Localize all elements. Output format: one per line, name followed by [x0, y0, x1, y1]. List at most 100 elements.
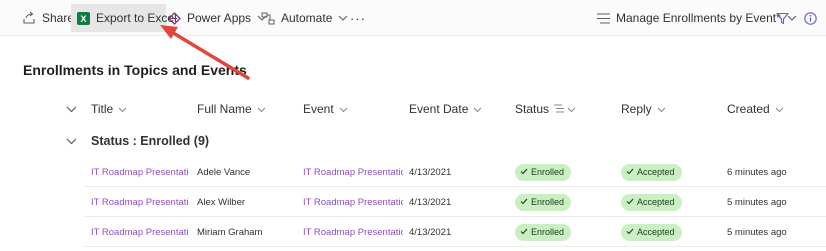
info-button[interactable]: [804, 4, 817, 32]
power-apps-label: Power Apps: [187, 11, 252, 25]
column-header-label: Event Date: [409, 102, 469, 116]
chevron-down-icon: [118, 102, 127, 116]
column-header-status[interactable]: Status: [515, 100, 576, 118]
status-badge: Enrolled: [515, 223, 572, 241]
cell-created-text: 5 minutes ago: [727, 226, 787, 238]
group-header-label: Status : Enrolled (9): [91, 134, 210, 148]
cell-full-name: Alex Wilber: [197, 187, 297, 217]
table-row[interactable]: IT Roadmap Presentation Miriam Graham IT R…: [84, 217, 826, 247]
filter-button[interactable]: [776, 4, 789, 32]
checkmark-icon: [626, 227, 634, 237]
export-to-excel-button[interactable]: X Export to Excel: [71, 4, 177, 32]
svg-text:X: X: [80, 14, 86, 24]
more-options-label: ···: [350, 10, 366, 26]
view-switcher[interactable]: Manage Enrollments by Event*: [597, 4, 797, 32]
automate-label: Automate: [281, 11, 333, 25]
checkmark-icon: [520, 227, 528, 237]
collapse-all-button[interactable]: [66, 100, 77, 118]
cell-reply: Accepted: [621, 217, 721, 247]
cell-title[interactable]: IT Roadmap Presentation: [91, 217, 189, 247]
status-badge: Enrolled: [515, 193, 572, 211]
automate-button[interactable]: Automate: [261, 4, 348, 32]
checkmark-icon: [626, 197, 634, 207]
chevron-down-icon: [473, 102, 482, 116]
cell-event-date-text: 4/13/2021: [409, 196, 452, 208]
column-header-created[interactable]: Created: [727, 100, 784, 118]
cell-created: 5 minutes ago: [727, 187, 825, 217]
cell-event-text[interactable]: IT Roadmap Presentation: [303, 227, 403, 238]
filter-icon: [776, 12, 789, 25]
more-options-button[interactable]: ···: [350, 4, 366, 32]
excel-icon: X: [77, 11, 90, 25]
cell-title[interactable]: IT Roadmap Presentation: [91, 157, 189, 187]
cell-event-text[interactable]: IT Roadmap Presentation: [303, 197, 403, 208]
checkmark-icon: [520, 197, 528, 207]
view-label: Manage Enrollments by Event*: [616, 11, 781, 25]
command-bar: Share X Export to Excel Power Apps Autom…: [0, 0, 826, 36]
cell-full-name-text: Adele Vance: [197, 166, 251, 178]
cell-full-name: Miriam Graham: [197, 217, 297, 247]
share-button[interactable]: Share: [22, 4, 74, 32]
column-header-event[interactable]: Event: [303, 100, 348, 118]
chevron-down-icon: [339, 102, 348, 116]
cell-title[interactable]: IT Roadmap Presentation: [91, 187, 189, 217]
cell-event-date-text: 4/13/2021: [409, 166, 452, 178]
column-header-event-date[interactable]: Event Date: [409, 100, 482, 118]
cell-title-text[interactable]: IT Roadmap Presentation: [91, 167, 189, 178]
cell-status: Enrolled: [515, 217, 615, 247]
column-header-reply[interactable]: Reply: [621, 100, 666, 118]
checkmark-icon: [626, 167, 634, 177]
column-header-label: Event: [303, 102, 334, 116]
column-header-label: Full Name: [197, 102, 252, 116]
cell-full-name: Adele Vance: [197, 157, 297, 187]
cell-status: Enrolled: [515, 187, 615, 217]
status-badge-label: Enrolled: [531, 197, 565, 207]
cell-event[interactable]: IT Roadmap Presentation: [303, 217, 403, 247]
chevron-down-icon: [338, 15, 348, 21]
cell-event-date: 4/13/2021: [409, 157, 509, 187]
cell-reply: Accepted: [621, 187, 721, 217]
reply-badge-label: Accepted: [637, 227, 675, 237]
chevron-down-icon: [567, 102, 576, 116]
cell-title-text[interactable]: IT Roadmap Presentation: [91, 227, 189, 238]
cell-status: Enrolled: [515, 157, 615, 187]
chevron-down-icon: [657, 102, 666, 116]
view-list-icon: [597, 12, 610, 24]
status-badge: Enrolled: [515, 163, 572, 181]
column-header-label: Status: [515, 102, 550, 116]
reply-badge: Accepted: [621, 193, 682, 211]
cell-full-name-text: Alex Wilber: [197, 196, 246, 208]
cell-event[interactable]: IT Roadmap Presentation: [303, 187, 403, 217]
column-header-label: Created: [727, 102, 770, 116]
chevron-down-icon: [257, 102, 266, 116]
cell-event-date-text: 4/13/2021: [409, 226, 452, 238]
group-header[interactable]: Status : Enrolled (9): [66, 131, 209, 151]
share-label: Share: [42, 11, 75, 25]
table-row[interactable]: IT Roadmap Presentation Alex Wilber IT Roa…: [84, 187, 826, 217]
share-icon: [22, 11, 36, 25]
cell-created-text: 6 minutes ago: [727, 166, 787, 178]
reply-badge: Accepted: [621, 163, 682, 181]
cell-created-text: 5 minutes ago: [727, 196, 787, 208]
column-header-label: Reply: [621, 102, 652, 116]
cell-event-date: 4/13/2021: [409, 217, 509, 247]
column-header-label: Title: [91, 102, 114, 116]
group-by-icon: [554, 102, 565, 116]
table-row[interactable]: IT Roadmap Presentation Adele Vance IT Roa…: [84, 157, 826, 187]
reply-badge: Accepted: [621, 223, 682, 241]
cell-event[interactable]: IT Roadmap Presentation: [303, 157, 403, 187]
column-header-title[interactable]: Title: [91, 100, 127, 118]
cell-title-text[interactable]: IT Roadmap Presentation: [91, 197, 189, 208]
power-apps-icon: [168, 11, 181, 25]
reply-badge-label: Accepted: [637, 167, 675, 177]
column-header-full-name[interactable]: Full Name: [197, 100, 266, 118]
cell-event-text[interactable]: IT Roadmap Presentation: [303, 167, 403, 178]
chevron-down-icon[interactable]: [66, 134, 77, 148]
power-apps-button[interactable]: Power Apps: [168, 4, 267, 32]
cell-created: 6 minutes ago: [727, 157, 825, 187]
cell-event-date: 4/13/2021: [409, 187, 509, 217]
list-title: Enrollments in Topics and Events: [23, 62, 247, 78]
status-badge-label: Enrolled: [531, 227, 565, 237]
cell-reply: Accepted: [621, 157, 721, 187]
export-label: Export to Excel: [96, 11, 177, 25]
